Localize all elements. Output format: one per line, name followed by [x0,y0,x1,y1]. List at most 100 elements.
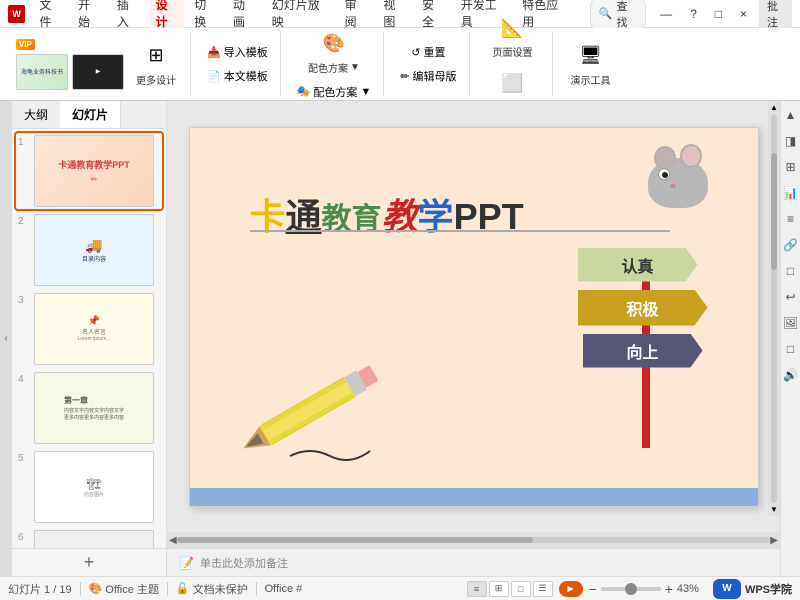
edit-master-btn[interactable]: ✏ 编辑母版 [396,66,460,86]
right-btn-3[interactable]: ⊞ [783,157,799,177]
collapse-panel-btn[interactable]: ‹ [0,101,12,576]
color-scheme-btn[interactable]: 🎭 配色方案▼ [293,82,376,102]
present-tools-btn[interactable]: 🖥 演示工具 [565,39,617,90]
app-icon: W [8,5,25,23]
sign-renzhen: 认真 [578,248,698,282]
h-scroll-left-btn[interactable]: ◀ [169,535,177,546]
right-btn-8[interactable]: ↩ [783,287,799,307]
slide-item-3[interactable]: 3 📌 名人名言 Lorem ipsum... [16,291,162,367]
notes-bar[interactable]: 📝 单击此处添加备注 [167,548,780,576]
zoom-thumb[interactable] [625,583,637,595]
right-btn-1[interactable]: ▲ [783,105,799,125]
slide-panel: 大纲 幻灯片 1 卡通教育教学PPT ✏ 2 🚚 [12,101,167,576]
more-design-label: 更多设计 [136,72,176,87]
ribbon-bg-group: 🎨 配色方案▼ 🎭 配色方案▼ [285,32,385,96]
help-btn[interactable]: ? [684,5,703,23]
v-scrollbar-track[interactable] [771,114,777,503]
signs-illustration: 认真 积极 向上 [538,208,708,458]
h-scrollbar-thumb[interactable] [177,537,533,543]
more-design-icon: ⊞ [142,42,170,70]
view-notes-btn[interactable]: ☰ [533,581,553,597]
slide-thumb-2: 🚚 目录内容 [34,214,154,286]
zoom-minus-btn[interactable]: − [589,581,597,597]
background-label: 配色方案▼ [308,60,360,75]
slide-item-2[interactable]: 2 🚚 目录内容 [16,212,162,288]
right-btn-6[interactable]: 🔗 [783,235,799,255]
reset-btn[interactable]: ↺ 重置 [407,42,449,62]
view-grid-btn[interactable]: ⊞ [489,581,509,597]
zoom-level-text: 43% [677,583,699,595]
template-thumb-1[interactable]: 海龟业务科技书 [16,54,68,90]
slide-canvas[interactable]: 卡 通 教 育 教 学 PPT [189,127,759,507]
search-label: 查找 [616,0,637,30]
slide-item-6[interactable]: 6 数据图表 [16,528,162,548]
ribbon-reset-group: ↺ 重置 ✏ 编辑母版 [388,32,469,96]
tab-slides[interactable]: 幻灯片 [60,101,121,128]
play-btn[interactable]: ▶ [559,581,583,597]
page-setup-icon: 📐 [499,14,527,42]
view-normal-btn[interactable]: ≡ [467,581,487,597]
right-btn-7[interactable]: □ [783,261,799,281]
local-icon: 📄 [207,70,221,83]
restore-btn[interactable]: □ [709,5,728,23]
right-btn-11[interactable]: 🔊 [783,365,799,385]
present-tools-label: 演示工具 [571,72,611,87]
char-tong: 通 [286,188,322,240]
slide-item-1[interactable]: 1 卡通教育教学PPT ✏ [16,133,162,209]
right-btn-10[interactable]: □ [783,339,799,359]
slide-count-text: 幻灯片 1 / 19 [8,581,72,597]
page-setup-btn[interactable]: 📐 页面设置 [487,11,539,62]
h-scroll-right-btn[interactable]: ▶ [770,535,778,546]
zoom-plus-btn[interactable]: + [665,581,673,597]
office-num: Office # [265,583,303,595]
status-right: ≡ ⊞ □ ☰ ▶ − + 43% W WPS学院 [467,579,792,599]
mouse-body [648,158,708,208]
present-tools-icon: 🖥 [577,42,605,70]
minimize-btn[interactable]: — [654,5,678,23]
slide-count: 幻灯片 1 / 19 [8,581,72,597]
pencil-svg [240,326,420,476]
template-thumb-2[interactable]: ▶ [72,54,124,90]
slide-num-2: 2 [18,216,30,227]
v-scrollbar[interactable]: ▲ ▼ [768,101,780,516]
background-btn[interactable]: 🎨 配色方案▼ [302,27,366,78]
close-icon[interactable]: × [734,5,753,23]
vip-badge: VIP [16,39,35,50]
local-template-btn[interactable]: 📄 本文模板 [203,66,272,86]
comment-btn[interactable]: 批注 [759,0,792,32]
panel-tabs: 大纲 幻灯片 [12,101,166,129]
right-btn-2[interactable]: ◨ [783,131,799,151]
v-scrollbar-down-btn[interactable]: ▼ [770,505,778,514]
h-scrollbar[interactable]: ◀ ▶ [167,532,780,548]
doc-status-text: 文档未保护 [193,581,248,597]
mouse-illustration [648,158,728,228]
slide-item-5[interactable]: 5 🏗 内容图片 [16,449,162,525]
notes-placeholder: 单击此处添加备注 [200,555,288,571]
mouse-ear-left [654,146,676,170]
right-btn-5[interactable]: ≡ [783,209,799,229]
right-btn-4[interactable]: 📊 [783,183,799,203]
slide-canvas-wrapper[interactable]: ▲ ▼ 卡 通 教 育 教 学 PPT [167,101,780,532]
ribbon-import-group: 📥 导入模板 📄 本文模板 [195,32,281,96]
slide-title: 卡 通 教 育 教 学 PPT [250,188,524,240]
slide-bottom-bar [190,488,758,506]
v-scrollbar-up-btn[interactable]: ▲ [770,103,778,112]
v-scrollbar-thumb[interactable] [771,153,777,270]
add-slide-btn[interactable]: + [12,548,166,576]
reset-label: 重置 [424,44,446,60]
import-template-btn[interactable]: 📥 导入模板 [203,42,272,62]
more-design-btn[interactable]: ⊞ 更多设计 [130,39,182,90]
doc-status-icon: 🔓 [176,582,190,595]
slide-item-4[interactable]: 4 第一章 内容文字内容文字内容文字 更多内容更多内容更多内容 [16,370,162,446]
slide-thumb-1: 卡通教育教学PPT ✏ [34,135,154,207]
slide-thumb-4: 第一章 内容文字内容文字内容文字 更多内容更多内容更多内容 [34,372,154,444]
slide-thumb-3: 📌 名人名言 Lorem ipsum... [34,293,154,365]
window-controls: — ? □ × 批注 [654,0,792,32]
view-read-btn[interactable]: □ [511,581,531,597]
wps-academy[interactable]: W WPS学院 [713,579,792,599]
right-btn-9[interactable]: 🖼 [783,313,799,333]
zoom-track[interactable] [601,587,661,591]
h-scrollbar-track[interactable] [177,537,771,543]
office-num-text: Office # [265,583,303,595]
tab-outline[interactable]: 大纲 [12,101,60,128]
